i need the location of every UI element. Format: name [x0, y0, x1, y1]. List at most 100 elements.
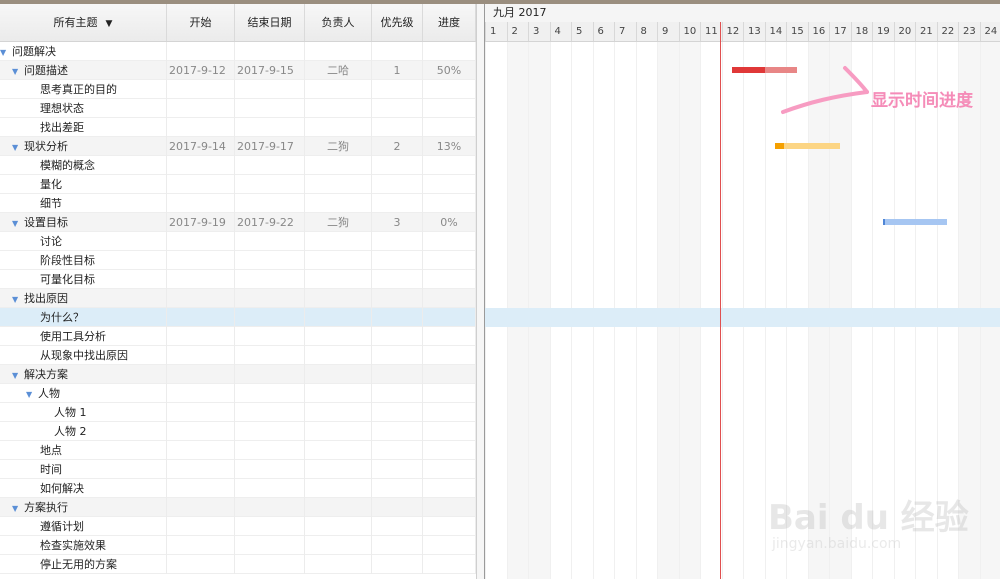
topic-cell[interactable]: 使用工具分析 [0, 327, 167, 346]
end-cell[interactable] [235, 422, 305, 441]
progress-cell[interactable] [423, 536, 476, 555]
progress-cell[interactable] [423, 384, 476, 403]
table-row[interactable]: 从现象中找出原因 [0, 346, 476, 365]
topic-cell[interactable]: 从现象中找出原因 [0, 346, 167, 365]
topic-cell[interactable]: 检查实施效果 [0, 536, 167, 555]
progress-cell[interactable] [423, 99, 476, 118]
table-row[interactable]: ▼ 解决方案 [0, 365, 476, 384]
end-cell[interactable] [235, 441, 305, 460]
sort-caret-icon[interactable]: ▼ [106, 19, 113, 29]
progress-cell[interactable] [423, 194, 476, 213]
table-row[interactable]: 阶段性目标 [0, 251, 476, 270]
start-cell[interactable] [167, 365, 235, 384]
topic-cell[interactable]: 讨论 [0, 232, 167, 251]
progress-cell[interactable] [423, 232, 476, 251]
table-row[interactable]: ▼ 问题解决 [0, 42, 476, 61]
progress-cell[interactable]: 0% [423, 213, 476, 232]
start-cell[interactable]: 2017-9-12 [167, 61, 235, 80]
start-cell[interactable] [167, 498, 235, 517]
end-cell[interactable] [235, 156, 305, 175]
table-row[interactable]: 检查实施效果 [0, 536, 476, 555]
priority-cell[interactable] [372, 118, 423, 137]
owner-cell[interactable] [305, 441, 372, 460]
topic-cell[interactable]: 遵循计划 [0, 517, 167, 536]
priority-cell[interactable] [372, 232, 423, 251]
expand-toggle-icon[interactable]: ▼ [12, 366, 24, 384]
end-cell[interactable]: 2017-9-15 [235, 61, 305, 80]
owner-cell[interactable] [305, 517, 372, 536]
priority-cell[interactable]: 3 [372, 213, 423, 232]
start-cell[interactable] [167, 536, 235, 555]
expand-toggle-icon[interactable]: ▼ [12, 499, 24, 517]
table-row[interactable]: 如何解决 [0, 479, 476, 498]
table-row[interactable]: 使用工具分析 [0, 327, 476, 346]
progress-cell[interactable] [423, 42, 476, 61]
table-row[interactable]: 讨论 [0, 232, 476, 251]
end-cell[interactable] [235, 498, 305, 517]
priority-cell[interactable] [372, 156, 423, 175]
expand-toggle-icon[interactable]: ▼ [26, 385, 38, 403]
progress-cell[interactable]: 13% [423, 137, 476, 156]
end-cell[interactable] [235, 479, 305, 498]
priority-cell[interactable] [372, 308, 423, 327]
end-cell[interactable] [235, 42, 305, 61]
expand-toggle-icon[interactable]: ▼ [12, 290, 24, 308]
table-row[interactable]: ▼ 找出原因 [0, 289, 476, 308]
start-cell[interactable] [167, 346, 235, 365]
end-cell[interactable] [235, 460, 305, 479]
progress-cell[interactable] [423, 479, 476, 498]
progress-cell[interactable] [423, 422, 476, 441]
start-cell[interactable] [167, 289, 235, 308]
topic-cell[interactable]: 阶段性目标 [0, 251, 167, 270]
owner-cell[interactable] [305, 289, 372, 308]
progress-cell[interactable] [423, 365, 476, 384]
owner-cell[interactable] [305, 175, 372, 194]
progress-cell[interactable] [423, 498, 476, 517]
start-cell[interactable] [167, 479, 235, 498]
progress-cell[interactable] [423, 270, 476, 289]
priority-cell[interactable] [372, 555, 423, 574]
table-row[interactable]: 细节 [0, 194, 476, 213]
owner-cell[interactable] [305, 232, 372, 251]
topic-cell[interactable]: 量化 [0, 175, 167, 194]
start-cell[interactable] [167, 80, 235, 99]
end-cell[interactable] [235, 384, 305, 403]
owner-cell[interactable] [305, 384, 372, 403]
priority-cell[interactable] [372, 422, 423, 441]
owner-cell[interactable]: 二狗 [305, 137, 372, 156]
end-cell[interactable] [235, 118, 305, 137]
start-cell[interactable] [167, 194, 235, 213]
topic-cell[interactable]: ▼ 问题描述 [0, 61, 167, 80]
priority-cell[interactable] [372, 270, 423, 289]
topic-cell[interactable]: 为什么？ [0, 308, 167, 327]
table-row[interactable]: 时间 [0, 460, 476, 479]
end-cell[interactable] [235, 289, 305, 308]
expand-toggle-icon[interactable]: ▼ [0, 43, 12, 61]
priority-cell[interactable] [372, 327, 423, 346]
progress-cell[interactable] [423, 555, 476, 574]
owner-cell[interactable] [305, 194, 372, 213]
owner-cell[interactable] [305, 422, 372, 441]
priority-cell[interactable] [372, 251, 423, 270]
end-cell[interactable] [235, 555, 305, 574]
start-cell[interactable] [167, 441, 235, 460]
start-cell[interactable]: 2017-9-19 [167, 213, 235, 232]
end-cell[interactable] [235, 536, 305, 555]
topic-cell[interactable]: 细节 [0, 194, 167, 213]
owner-cell[interactable]: 二哈 [305, 61, 372, 80]
progress-cell[interactable] [423, 156, 476, 175]
progress-cell[interactable] [423, 441, 476, 460]
start-cell[interactable] [167, 42, 235, 61]
table-row[interactable]: 量化 [0, 175, 476, 194]
start-cell[interactable] [167, 517, 235, 536]
start-cell[interactable] [167, 327, 235, 346]
table-row[interactable]: ▼ 现状分析 2017-9-14 2017-9-17 二狗 2 13% [0, 137, 476, 156]
table-row[interactable]: ▼ 方案执行 [0, 498, 476, 517]
topic-cell[interactable]: 人物 2 [0, 422, 167, 441]
end-cell[interactable]: 2017-9-17 [235, 137, 305, 156]
priority-cell[interactable] [372, 536, 423, 555]
priority-cell[interactable]: 1 [372, 61, 423, 80]
start-cell[interactable] [167, 555, 235, 574]
topic-cell[interactable]: 模糊的概念 [0, 156, 167, 175]
table-row[interactable]: 找出差距 [0, 118, 476, 137]
